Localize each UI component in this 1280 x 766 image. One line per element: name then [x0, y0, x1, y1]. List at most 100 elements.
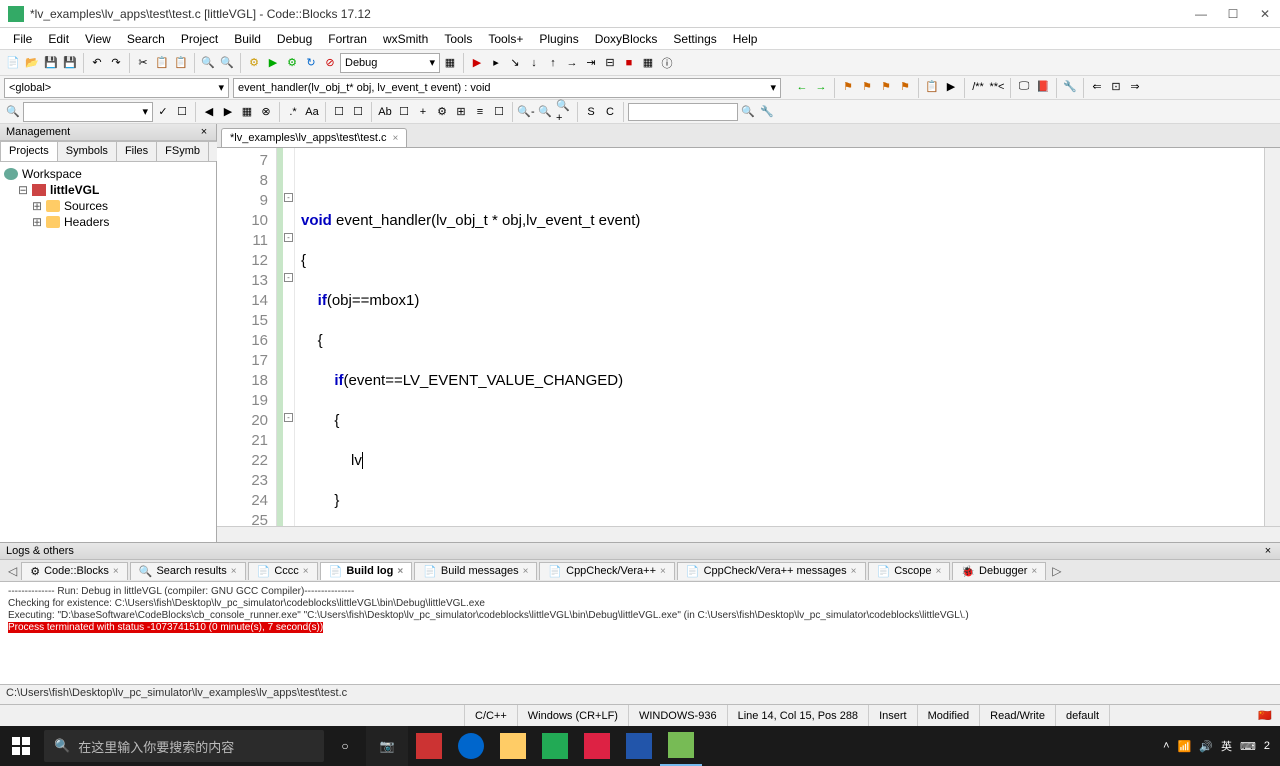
app-powerpoint-icon[interactable]	[576, 726, 618, 766]
function-select[interactable]: event_handler(lv_obj_t* obj, lv_event_t …	[233, 78, 781, 98]
clear-icon[interactable]: ⊗	[257, 103, 275, 121]
step-instr-icon[interactable]: ⇥	[582, 54, 600, 72]
tab-symbols[interactable]: Symbols	[57, 141, 117, 161]
menu-toolsplus[interactable]: Tools+	[481, 30, 530, 48]
menu-debug[interactable]: Debug	[270, 30, 319, 48]
tray-time[interactable]: 2	[1264, 740, 1270, 752]
tree-folder-sources[interactable]: ⊞Sources	[32, 198, 212, 214]
fold-icon[interactable]: -	[284, 273, 293, 282]
zoom-out-icon[interactable]: 🔍-	[517, 103, 535, 121]
management-close-icon[interactable]: ×	[198, 126, 210, 138]
doxy-line-icon[interactable]: **<	[988, 78, 1006, 96]
fold-icon[interactable]: -	[284, 413, 293, 422]
minimize-button[interactable]: —	[1194, 7, 1208, 21]
next-instr-icon[interactable]: →	[563, 54, 581, 72]
run-icon[interactable]: ▶	[264, 54, 282, 72]
tab-close-icon[interactable]: ×	[660, 566, 666, 577]
replace-icon[interactable]: 🔍	[218, 54, 236, 72]
menu-search[interactable]: Search	[120, 30, 172, 48]
logs-tab-cccc[interactable]: 📄Cccc×	[248, 562, 318, 580]
camera-icon[interactable]: 📷	[366, 726, 408, 766]
tab-close-icon[interactable]: ×	[851, 566, 857, 577]
tab-close-icon[interactable]: ×	[936, 566, 942, 577]
scope-select[interactable]: <global>▾	[4, 78, 229, 98]
menu-build[interactable]: Build	[227, 30, 268, 48]
app-edge-icon[interactable]	[450, 726, 492, 766]
menu-plugins[interactable]: Plugins	[532, 30, 585, 48]
tab-close-icon[interactable]: ×	[1031, 566, 1037, 577]
code-area[interactable]: 78910111213141516171819202122232425 - - …	[217, 148, 1280, 526]
copy-icon[interactable]: 📋	[153, 54, 171, 72]
logs-tab-prev-icon[interactable]: ◁	[4, 564, 21, 578]
save-icon[interactable]: 💾	[42, 54, 60, 72]
plugin-icon[interactable]: ⊞	[452, 103, 470, 121]
prev-icon[interactable]: ◀	[200, 103, 218, 121]
bookmark-clear-icon[interactable]: ⚑	[896, 78, 914, 96]
marker-icon[interactable]: ▦	[238, 103, 256, 121]
tree-project[interactable]: ⊟littleVGL	[18, 182, 212, 198]
fold-icon[interactable]: -	[284, 233, 293, 242]
regex-icon[interactable]: .*	[284, 103, 302, 121]
zoom-reset-icon[interactable]: 🔍	[536, 103, 554, 121]
app-word-icon[interactable]	[618, 726, 660, 766]
logs-tab-search[interactable]: 🔍Search results×	[130, 562, 246, 580]
info-icon[interactable]: ⓘ	[658, 54, 676, 72]
system-tray[interactable]: ˄ 📶 🔊 英 ⌨ 2	[1163, 738, 1280, 754]
logs-tab-next-icon[interactable]: ▷	[1048, 564, 1065, 578]
toggle-src-icon[interactable]: ☐	[330, 103, 348, 121]
logs-tab-debugger[interactable]: 🐞Debugger×	[952, 562, 1046, 580]
doxy-html-icon[interactable]: 🖵	[1015, 78, 1033, 96]
tab-files[interactable]: Files	[116, 141, 157, 161]
doxy-run-icon[interactable]: ▶	[942, 78, 960, 96]
s-icon[interactable]: S	[582, 103, 600, 121]
app-office-icon[interactable]	[408, 726, 450, 766]
search-combo[interactable]: ▾	[23, 102, 153, 122]
horizontal-scrollbar[interactable]	[217, 526, 1280, 542]
new-file-icon[interactable]: 📄	[4, 54, 22, 72]
menu-view[interactable]: View	[78, 30, 118, 48]
menu-fortran[interactable]: Fortran	[321, 30, 374, 48]
tab-close-icon[interactable]: ×	[231, 566, 237, 577]
tree-workspace[interactable]: Workspace	[4, 166, 212, 182]
paste-icon[interactable]: 📋	[172, 54, 190, 72]
fold-icon[interactable]: -	[284, 193, 293, 202]
tab-close-icon[interactable]: ×	[303, 566, 309, 577]
step-out-icon[interactable]: ↑	[544, 54, 562, 72]
tab-close-icon[interactable]: ×	[113, 566, 119, 577]
insert-icon[interactable]: +	[414, 103, 432, 121]
menu-doxyblocks[interactable]: DoxyBlocks	[588, 30, 665, 48]
autocomp-icon[interactable]: ☐	[395, 103, 413, 121]
jump-fwd-icon[interactable]: ⇒	[1126, 78, 1144, 96]
doxy-icon[interactable]: 📋	[923, 78, 941, 96]
doxy-block-icon[interactable]: /**	[969, 78, 987, 96]
settings-icon[interactable]: ⚙	[433, 103, 451, 121]
toggle-icon[interactable]: ▦	[441, 54, 459, 72]
menu-edit[interactable]: Edit	[41, 30, 76, 48]
tray-network-icon[interactable]: 📶	[1178, 740, 1192, 753]
doxy-config-icon[interactable]: 🔧	[1061, 78, 1079, 96]
code-text[interactable]: void event_handler(lv_obj_t * obj,lv_eve…	[295, 148, 1264, 526]
tab-fsymb[interactable]: FSymb	[156, 141, 209, 161]
app-explorer-icon[interactable]	[492, 726, 534, 766]
menu-wxsmith[interactable]: wxSmith	[376, 30, 435, 48]
run-cursor-icon[interactable]: ▸	[487, 54, 505, 72]
find-go-icon[interactable]: 🔍	[739, 103, 757, 121]
build-icon[interactable]: ⚙	[245, 54, 263, 72]
expander-icon[interactable]: ⊞	[32, 199, 42, 213]
bookmark-icon[interactable]: ⚑	[839, 78, 857, 96]
debug-windows-icon[interactable]: ▦	[639, 54, 657, 72]
build-target-select[interactable]: Debug▾	[340, 53, 440, 73]
doxy-chm-icon[interactable]: 📕	[1034, 78, 1052, 96]
taskbar-search[interactable]: 🔍在这里输入你要搜索的内容	[44, 730, 324, 762]
menu-project[interactable]: Project	[174, 30, 225, 48]
menu-settings[interactable]: Settings	[666, 30, 723, 48]
nav-fwd-icon[interactable]: →	[812, 78, 830, 96]
tray-up-icon[interactable]: ˄	[1163, 740, 1169, 752]
find-input[interactable]	[628, 103, 738, 121]
logs-output[interactable]: -------------- Run: Debug in littleVGL (…	[0, 582, 1280, 684]
expander-icon[interactable]: ⊟	[18, 183, 28, 197]
app-codeblocks-icon[interactable]	[660, 726, 702, 766]
redo-icon[interactable]: ↷	[107, 54, 125, 72]
menu-file[interactable]: File	[6, 30, 39, 48]
abort-icon[interactable]: ⊘	[321, 54, 339, 72]
